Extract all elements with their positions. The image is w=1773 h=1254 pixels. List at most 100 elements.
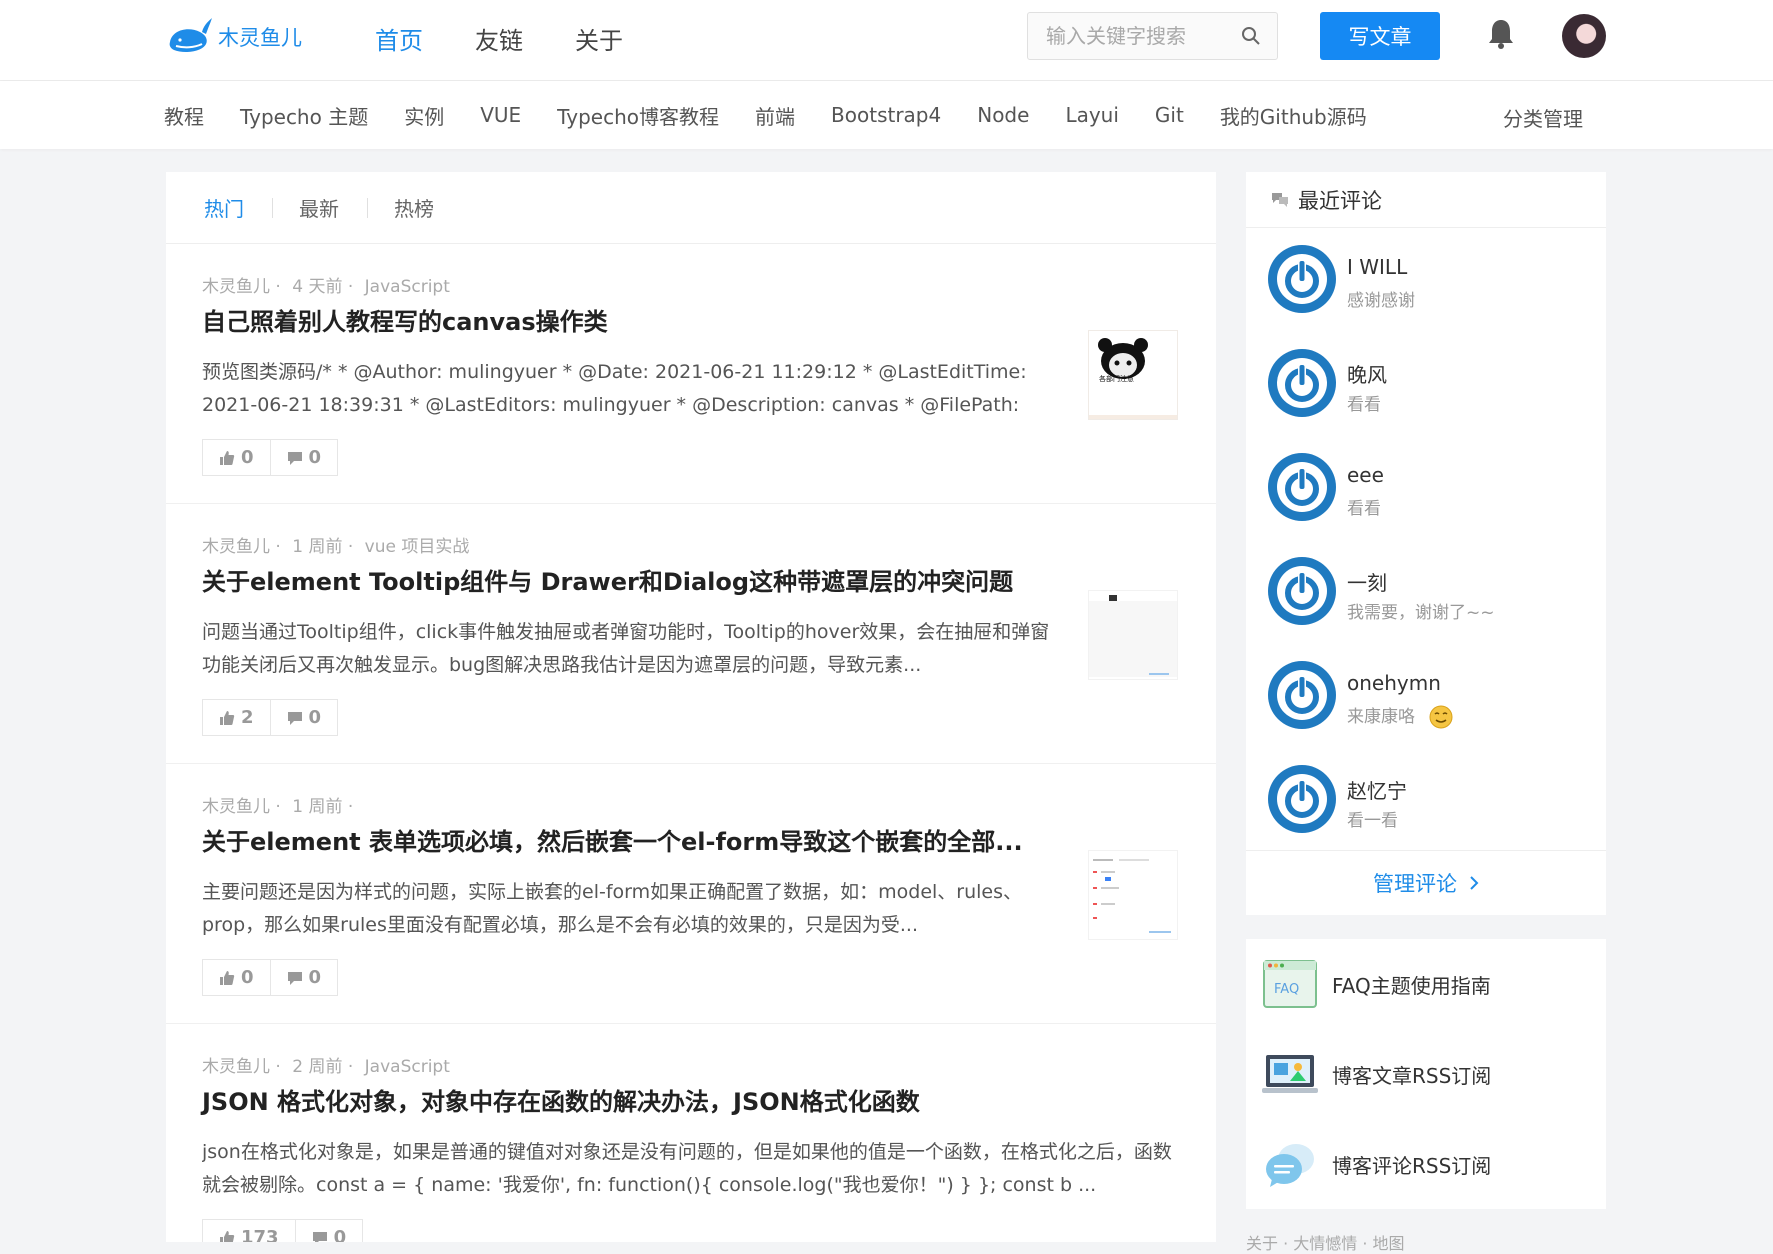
chat-bubble-icon	[1266, 1144, 1314, 1187]
category-item[interactable]: Typecho 主题	[240, 101, 368, 130]
article-excerpt: 主要问题还是因为样式的问题，实际上嵌套的el-form如果正确配置了数据，如：m…	[202, 881, 1023, 936]
commenter-avatar[interactable]	[1268, 765, 1336, 833]
category-item[interactable]: Bootstrap4	[831, 103, 941, 127]
commenter-name: 晚风	[1347, 363, 1387, 387]
tab-hot[interactable]: 热门	[204, 193, 272, 222]
category-item[interactable]: Typecho博客教程	[557, 101, 719, 130]
comment-button[interactable]: 0	[270, 959, 339, 996]
article-list-panel: 热门 最新 热榜 木灵鱼儿 · 4 天前 · JavaScript 自己照着别人…	[166, 172, 1216, 1242]
like-button[interactable]: 0	[202, 439, 271, 476]
article-author[interactable]: 木灵鱼儿 ·	[202, 277, 281, 297]
commenter-avatar[interactable]	[1268, 453, 1336, 521]
article-title[interactable]: 自己照着别人教程写的canvas操作类	[202, 302, 608, 337]
thumbs-up-icon	[220, 970, 235, 985]
faq-guide-label: FAQ主题使用指南	[1332, 973, 1491, 998]
article-category[interactable]: JavaScript	[365, 277, 450, 297]
tab-latest[interactable]: 最新	[299, 193, 367, 222]
commenter-avatar[interactable]	[1268, 661, 1336, 729]
category-item[interactable]: 我的Github源码	[1220, 101, 1367, 130]
article-author[interactable]: 木灵鱼儿 ·	[202, 1057, 281, 1077]
footer-links[interactable]: 关于 · 大情憾情 · 地图	[1246, 1230, 1405, 1254]
comment-count: 0	[308, 447, 322, 468]
category-item[interactable]: Layui	[1065, 103, 1118, 127]
bell-icon[interactable]	[1486, 17, 1516, 51]
comment-count: 0	[308, 707, 322, 728]
power-avatar-icon	[1277, 670, 1327, 720]
screenshot-thumbnail-image	[1089, 591, 1177, 679]
comment-item[interactable]: 晚风 看看	[1246, 332, 1606, 436]
comment-button[interactable]: 0	[295, 1219, 364, 1242]
tab-divider	[367, 197, 368, 218]
category-item[interactable]: 实例	[404, 101, 444, 130]
nav-home[interactable]: 首页	[375, 21, 423, 56]
widget-header: 最近评论	[1246, 172, 1606, 228]
article-category[interactable]: JavaScript	[365, 1057, 450, 1077]
article-title[interactable]: JSON 格式化对象，对象中存在函数的解决办法，JSON格式化函数	[202, 1082, 920, 1117]
like-button[interactable]: 0	[202, 959, 271, 996]
article-meta: 木灵鱼儿 · 4 天前 · JavaScript	[202, 272, 456, 297]
comment-rss-link[interactable]: 博客评论RSS订阅	[1246, 1119, 1606, 1209]
power-avatar-icon	[1277, 254, 1327, 304]
category-manage-link[interactable]: 分类管理	[1503, 103, 1583, 132]
comment-button[interactable]: 0	[270, 699, 339, 736]
article-time: 4 天前 ·	[292, 277, 354, 297]
comment-text: 看看	[1347, 499, 1381, 519]
like-count: 173	[241, 1227, 279, 1242]
comment-text-content: 来康康咯	[1347, 707, 1415, 727]
category-item[interactable]: 前端	[755, 101, 795, 130]
category-item[interactable]: Node	[977, 103, 1029, 127]
main-nav: 首页 友链 关于	[375, 0, 675, 76]
comment-text: 感谢感谢	[1347, 291, 1415, 311]
article-author[interactable]: 木灵鱼儿 ·	[202, 537, 281, 557]
nav-friend-links[interactable]: 友链	[475, 21, 523, 56]
category-item[interactable]: 教程	[164, 101, 204, 130]
category-item[interactable]: Git	[1155, 103, 1184, 127]
article-rss-link[interactable]: 博客文章RSS订阅	[1246, 1029, 1606, 1119]
article-time: 2 周前 ·	[292, 1057, 354, 1077]
user-avatar[interactable]	[1562, 14, 1606, 58]
form-screenshot-thumbnail-image	[1089, 851, 1177, 939]
like-button[interactable]: 173	[202, 1219, 296, 1242]
commenter-avatar[interactable]	[1268, 245, 1336, 313]
comment-text: 来康康咯	[1347, 702, 1454, 730]
site-logo[interactable]: 木灵鱼儿	[166, 14, 302, 60]
like-button[interactable]: 2	[202, 699, 271, 736]
search-icon[interactable]	[1241, 26, 1261, 46]
tab-ranking[interactable]: 热榜	[394, 193, 462, 222]
comment-button[interactable]: 0	[270, 439, 339, 476]
comment-item[interactable]: onehymn 来康康咯	[1246, 644, 1606, 748]
commenter-name: onehymn	[1347, 671, 1441, 695]
commenter-avatar[interactable]	[1268, 349, 1336, 417]
article-excerpt: 问题当通过Tooltip组件，click事件触发抽屉或者弹窗功能时，Toolti…	[202, 621, 1050, 676]
comment-text: 看看	[1347, 395, 1381, 415]
article-thumbnail[interactable]	[1088, 850, 1178, 940]
search-input[interactable]	[1046, 24, 1236, 48]
article-author[interactable]: 木灵鱼儿 ·	[202, 797, 281, 817]
commenter-avatar[interactable]	[1268, 557, 1336, 625]
sort-tabs: 热门 最新 热榜	[166, 172, 1216, 244]
comment-item[interactable]: I WILL 感谢感谢	[1246, 228, 1606, 332]
category-item[interactable]: VUE	[480, 103, 521, 127]
nav-about[interactable]: 关于	[575, 21, 623, 56]
top-header: 木灵鱼儿 首页 友链 关于 写文章	[0, 0, 1773, 81]
article-category[interactable]: vue 项目实战	[365, 537, 470, 557]
article-item: 木灵鱼儿 · 4 天前 · JavaScript 自己照着别人教程写的canva…	[166, 244, 1216, 504]
commenter-name: I WILL	[1347, 255, 1408, 279]
whale-logo-icon	[169, 18, 212, 52]
commenter-name: eee	[1347, 463, 1384, 487]
write-article-button[interactable]: 写文章	[1320, 12, 1440, 60]
article-time: 1 周前 ·	[292, 797, 354, 817]
panda-meme-image: 各部门注意	[1089, 331, 1177, 419]
like-count: 2	[241, 707, 254, 728]
faq-guide-link[interactable]: FAQ FAQ主题使用指南	[1246, 939, 1606, 1029]
article-title[interactable]: 关于element 表单选项必填，然后嵌套一个el-form导致这个嵌套的全部.…	[202, 822, 1023, 857]
manage-comments-link[interactable]: 管理评论	[1246, 850, 1606, 915]
comment-item[interactable]: 赵忆宁 看一看	[1246, 748, 1606, 852]
comment-item[interactable]: 一刻 我需要，谢谢了~~	[1246, 540, 1606, 644]
comment-icon	[287, 711, 302, 725]
article-title[interactable]: 关于element Tooltip组件与 Drawer和Dialog这种带遮罩层…	[202, 562, 1013, 597]
article-thumbnail[interactable]: 各部门注意	[1088, 330, 1178, 420]
article-thumbnail[interactable]	[1088, 590, 1178, 680]
comment-icon	[287, 971, 302, 985]
comment-item[interactable]: eee 看看	[1246, 436, 1606, 540]
